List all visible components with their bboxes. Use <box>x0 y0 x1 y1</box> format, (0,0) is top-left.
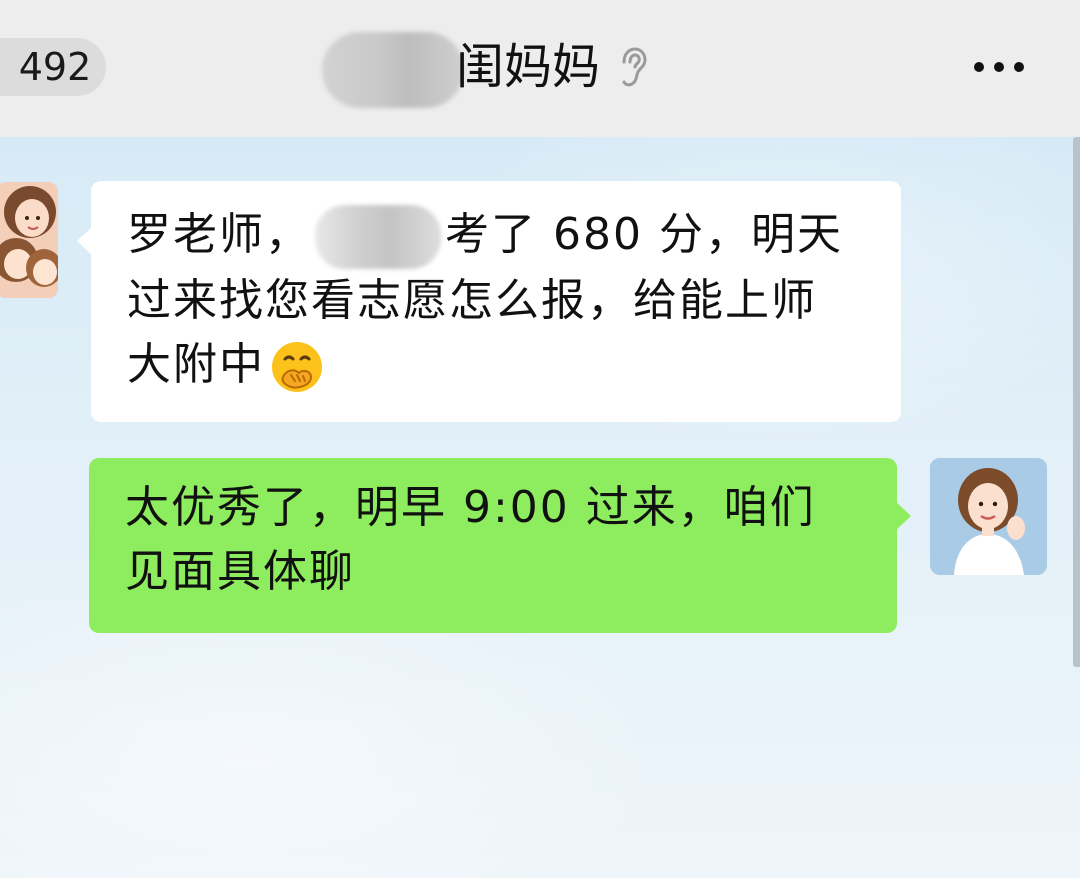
more-options-icon[interactable] <box>970 58 1028 76</box>
message-line: 罗老师， 考了 680 分，明天 <box>127 203 869 269</box>
message-text: 大附中 <box>127 339 265 390</box>
back-unread-badge[interactable]: 492 <box>0 38 106 96</box>
unread-count: 492 <box>18 45 92 89</box>
scrollbar[interactable] <box>1073 137 1080 667</box>
message-line: 太优秀了，明早 9:00 过来，咱们 <box>125 482 816 533</box>
sender-avatar[interactable] <box>0 182 58 298</box>
incoming-message-bubble[interactable]: 罗老师， 考了 680 分，明天 过来找您看志愿怎么报，给能上师 大附中 <box>77 181 901 422</box>
chat-title: 闺妈妈 <box>456 39 601 95</box>
self-avatar[interactable] <box>930 458 1047 575</box>
redacted-name-blur <box>315 205 441 269</box>
sender-avatar-image <box>0 182 58 298</box>
hand-over-mouth-emoji-icon <box>272 342 322 392</box>
message-line: 大附中 <box>127 333 869 397</box>
self-avatar-image <box>930 458 1047 575</box>
outgoing-message-bubble[interactable]: 太优秀了，明早 9:00 过来，咱们 见面具体聊 <box>89 458 911 633</box>
message-text: 考了 680 分，明天 <box>445 209 843 260</box>
chat-header: 492 闺妈妈 <box>0 0 1080 137</box>
message-text: 罗老师， <box>127 209 311 260</box>
message-line: 见面具体聊 <box>125 546 355 597</box>
redacted-title-blur <box>322 32 464 108</box>
ear-icon <box>622 47 647 87</box>
message-line: 过来找您看志愿怎么报，给能上师 <box>127 275 817 326</box>
